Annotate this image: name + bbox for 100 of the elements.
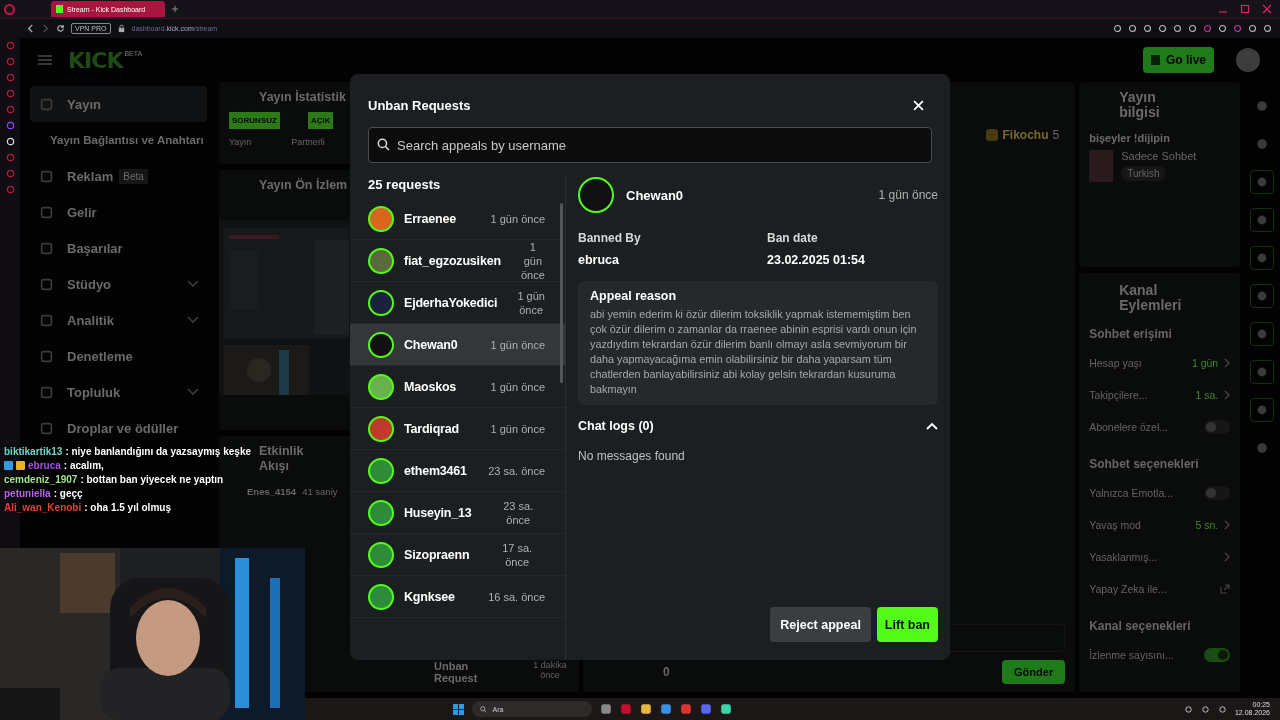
search-icon [480, 705, 488, 713]
rail-icon[interactable] [1250, 246, 1275, 270]
username: ethem3461 [404, 463, 467, 478]
lift-ban-button[interactable]: Lift ban [876, 607, 938, 642]
nav-item[interactable]: Reklam Beta [30, 158, 207, 194]
nav-item[interactable]: Denetleme [30, 338, 207, 374]
toggle-switch[interactable] [1204, 648, 1231, 662]
category-name: Sadece Sohbet [1121, 150, 1197, 162]
avatar [368, 247, 394, 274]
back-icon[interactable] [26, 24, 35, 33]
nav-item[interactable]: Stüdyo [30, 266, 207, 302]
nav-item[interactable]: Analitik [30, 302, 207, 338]
rail-icon[interactable] [1250, 322, 1275, 346]
rail-icon[interactable] [1250, 398, 1275, 422]
request-item[interactable]: Kgnksee 16 sa. önce [350, 576, 565, 618]
request-item[interactable]: Chewan0 1 gün önce [350, 324, 565, 366]
request-time: 1 gün önce [490, 211, 545, 226]
setting-label: Takipçilere... [1089, 389, 1148, 401]
send-button[interactable]: Gönder [1002, 660, 1066, 684]
nav-item[interactable]: Topluluk [30, 374, 207, 410]
profile-avatar[interactable] [1236, 48, 1260, 72]
nav-icon [40, 385, 53, 399]
setting-label: Yavaş mod [1089, 519, 1141, 531]
request-item[interactable]: Tardiqrad 1 gün önce [350, 408, 565, 450]
go-live-button[interactable]: Go live [1143, 47, 1214, 73]
chat-message: : geçç [53, 488, 83, 499]
request-count: 25 requests [367, 176, 442, 194]
chevron-right-icon[interactable] [1224, 390, 1231, 400]
request-item[interactable]: Maoskos 1 gün önce [350, 366, 565, 408]
request-time: 1 gün önce [517, 288, 545, 317]
toggle-switch[interactable] [1204, 486, 1231, 500]
status-tag: SORUNSUZ [229, 112, 280, 129]
event-user: Enes_4154 [247, 486, 297, 497]
avatar [368, 331, 394, 358]
nav-item[interactable]: Droplar ve ödüller [30, 410, 207, 446]
avatar [368, 415, 394, 442]
rail-icon[interactable] [1250, 208, 1275, 232]
event-time: 1 dakika önce [532, 660, 568, 680]
username: Chewan0 [626, 187, 684, 203]
start-icon[interactable] [453, 703, 465, 715]
setting-label: Yasaklanmış... [1089, 551, 1158, 563]
chevron-icon [926, 422, 938, 430]
forward-icon[interactable] [41, 24, 50, 33]
chat-username: petuniella [4, 488, 51, 499]
chat-logs-toggle[interactable]: Chat logs (0) [578, 419, 938, 433]
chat-username: ebruca [28, 460, 61, 471]
nav-icon [40, 313, 53, 327]
panel-title: Kanal Eylemleri [1119, 283, 1180, 313]
avatar [368, 499, 394, 526]
taskbar-app-icon[interactable] [640, 703, 653, 715]
panel-title: Yayın bilgisi [1119, 90, 1161, 120]
rail-icon[interactable] [1250, 284, 1275, 308]
username: Kgnksee [404, 589, 455, 604]
event-title: Unban Request [434, 660, 479, 684]
search-field[interactable]: Search appeals by username [368, 127, 932, 163]
nav-icon [40, 421, 53, 435]
taskbar-app-icon[interactable] [600, 703, 613, 715]
username: Huseyin_13 [404, 505, 472, 520]
nav-item[interactable]: Yayın Bağlantısı ve Anahtarı [30, 122, 215, 158]
setting-label: Yapay Zeka ile... [1089, 583, 1167, 595]
request-time: 1 gün önce [490, 421, 545, 436]
rail-icon[interactable] [1250, 170, 1275, 194]
field-value: 23.02.2025 01:54 [767, 253, 866, 267]
event-time: 41 saniy [302, 486, 338, 497]
taskbar-app-icon[interactable] [660, 703, 673, 715]
setting-label: Hesap yaşı [1089, 357, 1142, 369]
card-title: Appeal reason [590, 289, 678, 303]
request-item[interactable]: ethem3461 23 sa. önce [350, 450, 565, 492]
rail-icon[interactable] [1250, 360, 1275, 384]
chevron-right-icon[interactable] [1224, 358, 1231, 368]
appeal-text: abi yemin ederim ki özür dilerim toksiklik yapmak istememiştim ben çok özür dilerim o zamanlar da rraenee abinin esprisi vardı onun için yazdıydım tekrardan özür dilerim banlı olmayı asla sevmiyorum bir daha yapmayacağıma emin olabilirsiniz bir daha yaparsam tüm chatlerden banlayabilirsiniz abi kolay gelsin tekrardan kusuruma bakmayın [590, 307, 918, 397]
request-time: 1 gün önce [490, 379, 545, 394]
taskbar-app-icon[interactable] [720, 703, 733, 715]
reject-appeal-button[interactable]: Reject appeal [770, 607, 871, 642]
request-item[interactable]: Huseyin_13 23 sa. önce [350, 492, 565, 534]
nav-item[interactable]: Başarılar [30, 230, 207, 266]
section-heading: Sohbet seçenekleri [1089, 457, 1200, 471]
request-time: 23 sa. önce [488, 463, 545, 478]
stream-title: bişeyler !dijipin [1089, 132, 1171, 144]
request-time: 16 sa. önce [488, 589, 545, 604]
toggle-switch[interactable] [1204, 420, 1231, 434]
chevron-down-icon [187, 280, 199, 288]
external-link-icon[interactable] [1220, 584, 1231, 594]
request-item[interactable]: Sizopraenn 17 sa. önce [350, 534, 565, 576]
chevron-right-icon[interactable] [1224, 552, 1231, 562]
maximize-icon[interactable] [1240, 4, 1250, 14]
field-label: Banned By [578, 231, 642, 245]
lock-icon [116, 24, 126, 33]
panel-title: Yayın İstatistik [259, 90, 346, 104]
reload-icon[interactable] [56, 24, 65, 33]
new-tab-icon[interactable] [171, 5, 180, 13]
search-icon [377, 138, 390, 151]
nav-item[interactable]: Gelir [30, 194, 207, 230]
chat-message: : oha 1.5 yıl olmuş [84, 502, 171, 513]
scrollbar[interactable] [560, 203, 563, 383]
chevron-right-icon[interactable] [1224, 520, 1231, 530]
request-time: 1 gün önce [520, 239, 545, 282]
browser-logo-icon[interactable] [4, 3, 15, 15]
crown-badge-icon [16, 461, 25, 470]
username: fiat_egzozusiken [404, 253, 501, 268]
